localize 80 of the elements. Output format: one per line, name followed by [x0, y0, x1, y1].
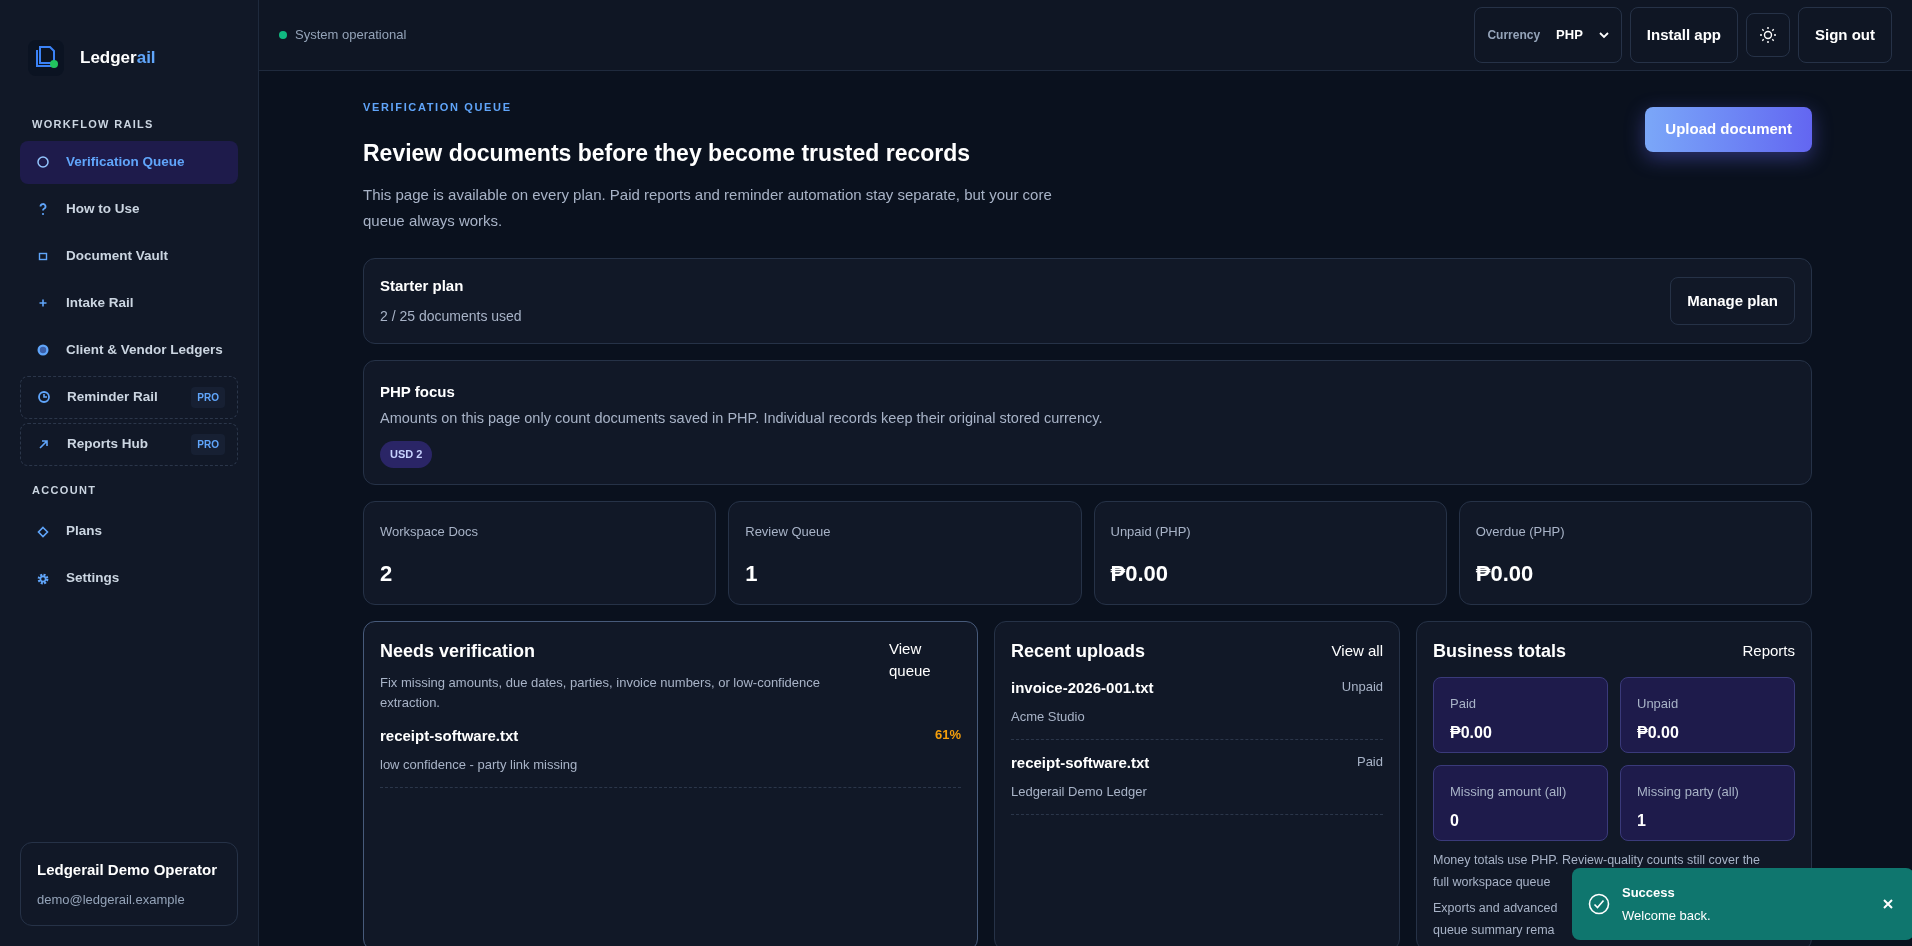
install-app-button[interactable]: Install app [1629, 7, 1738, 63]
tile-value: 1 [1637, 811, 1647, 832]
status-text: System operational [295, 26, 407, 45]
totals-note-line: queue summary rema [1433, 921, 1555, 939]
stat-label: Review Queue [745, 522, 832, 541]
stat-value: ₱0.00 [1475, 560, 1535, 589]
tile-value: ₱0.00 [1450, 723, 1493, 744]
view-all-link[interactable]: View all [1331, 640, 1383, 663]
pro-badge: PRO [191, 433, 225, 455]
tile-value: ₱0.00 [1637, 723, 1680, 744]
close-icon [1883, 899, 1893, 909]
stat-value: 1 [745, 560, 759, 589]
focus-title: PHP focus [380, 382, 456, 402]
arrow-up-right-icon [37, 437, 51, 451]
theme-toggle-button[interactable] [1746, 13, 1790, 57]
totals-note-line: Money totals use PHP. Review-quality counts still cover the [1433, 851, 1760, 869]
party-name: Ledgerail Demo Ledger [1011, 783, 1148, 802]
tile-label: Missing amount (all) [1450, 782, 1568, 801]
sign-out-button[interactable]: Sign out [1798, 7, 1892, 63]
currency-select[interactable]: Currency PHP [1474, 7, 1622, 63]
sidebar-item[interactable]: Intake Rail [20, 281, 238, 325]
sidebar-item[interactable]: Client & Vendor Ledgers [20, 328, 238, 372]
confidence-score: 61% [934, 725, 961, 744]
section-label: WORKFLOW RAILS [31, 117, 155, 132]
eyebrow-label: VERIFICATION QUEUE [363, 100, 513, 115]
gear-icon [36, 571, 50, 586]
stat-value: ₱0.00 [1110, 560, 1169, 589]
card-description: Fix missing amounts, due dates, parties, invoice numbers, or low-confidence extraction. [380, 673, 822, 712]
page-title: Review documents before they become trusted records [363, 138, 972, 168]
toast-message: Welcome back. [1622, 907, 1712, 925]
tile-label: Paid [1450, 694, 1478, 713]
sidebar-item[interactable]: Settings [20, 557, 238, 600]
file-name: receipt-software.txt [1011, 752, 1151, 773]
sidebar-item[interactable]: Reports Hub PRO [20, 422, 238, 466]
card-title: Recent uploads [1011, 639, 1146, 663]
sidebar-item[interactable]: Plans [20, 510, 238, 553]
logo-icon [28, 40, 64, 76]
toast-title: Success [1622, 883, 1676, 902]
tile-value: 0 [1450, 811, 1460, 832]
chevron-down-icon [1598, 31, 1609, 39]
check-circle-icon [1588, 893, 1610, 915]
stat-value: 2 [380, 560, 394, 589]
reports-link[interactable]: Reports [1742, 640, 1795, 663]
upload-document-button[interactable]: Upload document [1645, 107, 1812, 152]
sidebar-item[interactable]: Document Vault [20, 234, 238, 278]
view-queue-link[interactable]: View queue [889, 637, 961, 713]
card-title: Business totals [1433, 639, 1567, 663]
user-email: demo@ledgerail.example [37, 890, 186, 909]
tile-label: Unpaid [1637, 694, 1680, 713]
diamond-icon [36, 524, 50, 539]
totals-note-line: full workspace queue [1433, 873, 1551, 891]
card-title: Needs verification [380, 639, 537, 663]
clock-icon [37, 390, 51, 404]
brand-name: Ledgerail [80, 47, 156, 70]
tile-label: Missing party (all) [1637, 782, 1740, 801]
sidebar-item[interactable]: How to Use [20, 187, 238, 231]
stat-label: Workspace Docs [380, 522, 479, 541]
party-name: Acme Studio [1011, 708, 1086, 727]
file-name: invoice-2026-001.txt [1011, 677, 1155, 698]
sun-icon [1759, 26, 1777, 44]
payment-status: Paid [1356, 752, 1383, 771]
item-note: low confidence - party link missing [380, 756, 579, 775]
currency-tag: USD 2 [380, 441, 433, 468]
plan-title: Starter plan [380, 276, 465, 297]
sidebar-item[interactable]: Verification Queue [20, 140, 238, 184]
user-name: Ledgerail Demo Operator [37, 860, 219, 880]
payment-status: Unpaid [1341, 677, 1383, 696]
file-name: receipt-software.txt [380, 725, 520, 746]
manage-plan-button[interactable]: Manage plan [1670, 277, 1795, 325]
sidebar-item[interactable]: Reminder Rail PRO [20, 375, 238, 419]
pro-badge: PRO [191, 386, 225, 408]
focus-text: Amounts on this page only count documents saved in PHP. Individual records keep their original stored currency. [380, 408, 1104, 428]
disc-icon [36, 343, 50, 357]
stat-label: Overdue (PHP) [1475, 522, 1566, 541]
stat-label: Unpaid (PHP) [1110, 522, 1192, 541]
plan-usage: 2 / 25 documents used [380, 306, 522, 326]
totals-note-line: Exports and advanced [1433, 899, 1558, 917]
circle-icon [36, 155, 50, 169]
page-description: This page is available on every plan. Paid reports and reminder automation stay separate, but your core queue always works. [363, 185, 1053, 231]
section-label: ACCOUNT [31, 482, 98, 498]
